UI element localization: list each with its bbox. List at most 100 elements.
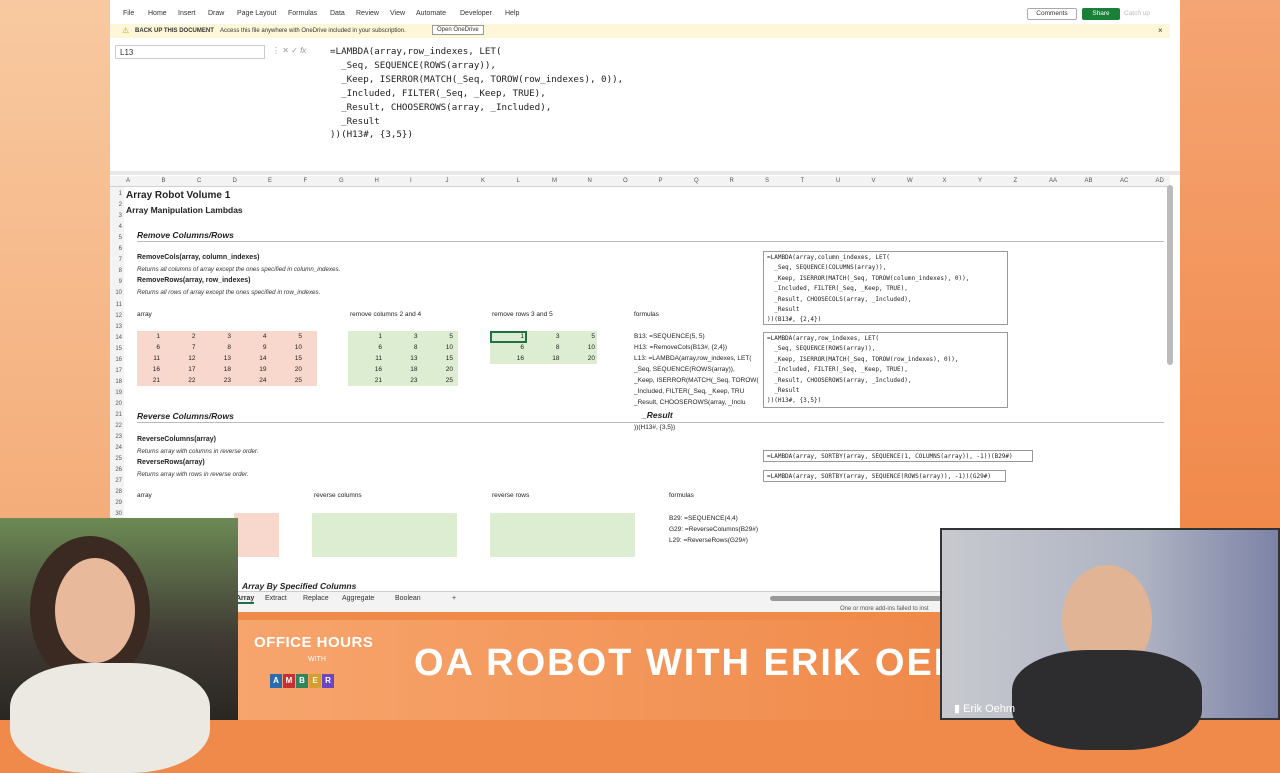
row-header[interactable]: 7	[110, 257, 122, 263]
row-header[interactable]: 16	[110, 357, 122, 363]
sheet-tab-replace[interactable]: Replace	[303, 595, 329, 602]
row-header[interactable]: 28	[110, 489, 122, 495]
sheet-tab-array[interactable]: Array	[236, 595, 255, 604]
column-header[interactable]: T	[801, 178, 805, 184]
row-header[interactable]: 30	[110, 511, 122, 517]
catch-up-button[interactable]: Catch up	[1124, 10, 1150, 17]
menu-data[interactable]: Data	[330, 10, 345, 17]
row-header[interactable]: 15	[110, 346, 122, 352]
row-header[interactable]: 21	[110, 412, 122, 418]
table-cell[interactable]: 23	[217, 377, 231, 384]
column-header[interactable]: R	[730, 178, 734, 184]
column-header[interactable]: I	[410, 178, 412, 184]
table-cell[interactable]: 11	[146, 355, 160, 362]
column-header[interactable]: Z	[1014, 178, 1018, 184]
row-header[interactable]: 8	[110, 268, 122, 274]
sheet-tab-add[interactable]: +	[452, 595, 456, 602]
table-cell[interactable]: 13	[404, 355, 417, 362]
column-header[interactable]: P	[659, 178, 663, 184]
column-header[interactable]: W	[907, 178, 913, 184]
table-cell[interactable]: 10	[581, 344, 595, 351]
row-header[interactable]: 14	[110, 335, 122, 341]
horizontal-scrollbar[interactable]	[770, 596, 950, 601]
table-cell[interactable]: 13	[217, 355, 231, 362]
column-header[interactable]: K	[481, 178, 485, 184]
table-cell[interactable]: 20	[439, 366, 453, 373]
table-cell[interactable]: 10	[439, 344, 453, 351]
row-header[interactable]: 2	[110, 202, 122, 208]
table-cell[interactable]: 20	[288, 366, 302, 373]
table-cell[interactable]: 14	[253, 355, 266, 362]
table-cell[interactable]: 17	[182, 366, 195, 373]
table-cell[interactable]: 15	[288, 355, 302, 362]
column-header[interactable]: AC	[1120, 178, 1128, 184]
table-cell[interactable]: 12	[182, 355, 195, 362]
column-header[interactable]: Q	[694, 178, 699, 184]
row-header[interactable]: 25	[110, 456, 122, 462]
fx-icon[interactable]: ⋮ ✕ ✓ fx	[272, 46, 306, 55]
row-header[interactable]: 12	[110, 313, 122, 319]
column-header[interactable]: N	[588, 178, 592, 184]
share-button[interactable]: Share	[1082, 8, 1120, 20]
row-header[interactable]: 5	[110, 235, 122, 241]
menu-view[interactable]: View	[390, 10, 405, 17]
row-header[interactable]: 13	[110, 324, 122, 330]
table-cell[interactable]: 10	[288, 344, 302, 351]
column-header[interactable]: D	[233, 178, 237, 184]
table-cell[interactable]: 5	[439, 333, 453, 340]
menu-review[interactable]: Review	[356, 10, 379, 17]
menu-automate[interactable]: Automate	[416, 10, 446, 17]
comments-button[interactable]: Comments	[1027, 8, 1077, 20]
menu-help[interactable]: Help	[505, 10, 519, 17]
table-cell[interactable]: 16	[510, 355, 524, 362]
row-header[interactable]: 27	[110, 478, 122, 484]
menu-file[interactable]: File	[123, 10, 134, 17]
menu-insert[interactable]: Insert	[178, 10, 196, 17]
table-cell[interactable]: 2	[182, 333, 196, 340]
table-cell[interactable]: 6	[368, 344, 382, 351]
menu-developer[interactable]: Developer	[460, 10, 492, 17]
column-header[interactable]: O	[623, 178, 628, 184]
table-cell[interactable]: 24	[253, 377, 266, 384]
menu-home[interactable]: Home	[148, 10, 167, 17]
table-cell[interactable]: 3	[404, 333, 418, 340]
table-cell[interactable]: 11	[368, 355, 382, 362]
row-header[interactable]: 24	[110, 445, 122, 451]
table-cell[interactable]: 18	[217, 366, 231, 373]
menu-formulas[interactable]: Formulas	[288, 10, 317, 17]
column-header[interactable]: A	[126, 178, 130, 184]
table-cell[interactable]: 9	[253, 344, 267, 351]
table-cell[interactable]: 18	[404, 366, 417, 373]
table-cell[interactable]: 18	[546, 355, 559, 362]
table-cell[interactable]: 1	[510, 333, 524, 340]
table-cell[interactable]: 8	[217, 344, 231, 351]
table-cell[interactable]: 21	[368, 377, 382, 384]
menu-page-layout[interactable]: Page Layout	[237, 10, 276, 17]
table-cell[interactable]: 7	[182, 344, 196, 351]
row-header[interactable]: 29	[110, 500, 122, 506]
column-header[interactable]: L	[517, 178, 520, 184]
column-header[interactable]: AA	[1049, 178, 1057, 184]
table-cell[interactable]: 22	[182, 377, 195, 384]
table-cell[interactable]: 16	[146, 366, 160, 373]
sheet-tab-boolean[interactable]: Boolean	[395, 595, 421, 602]
table-cell[interactable]: 1	[146, 333, 160, 340]
column-header[interactable]: G	[339, 178, 344, 184]
table-cell[interactable]: 19	[253, 366, 266, 373]
column-header[interactable]: C	[197, 178, 201, 184]
column-header[interactable]: V	[872, 178, 876, 184]
table-cell[interactable]: 1	[368, 333, 382, 340]
table-cell[interactable]: 20	[581, 355, 595, 362]
name-box[interactable]: L13	[115, 45, 265, 59]
column-header[interactable]: S	[765, 178, 769, 184]
row-header[interactable]: 4	[110, 224, 122, 230]
table-cell[interactable]: 25	[288, 377, 302, 384]
column-header[interactable]: AB	[1085, 178, 1093, 184]
column-header[interactable]: F	[304, 178, 308, 184]
row-header[interactable]: 18	[110, 379, 122, 385]
row-header[interactable]: 22	[110, 423, 122, 429]
row-header[interactable]: 6	[110, 246, 122, 252]
column-header[interactable]: E	[268, 178, 272, 184]
row-header[interactable]: 20	[110, 401, 122, 407]
row-header[interactable]: 3	[110, 213, 122, 219]
